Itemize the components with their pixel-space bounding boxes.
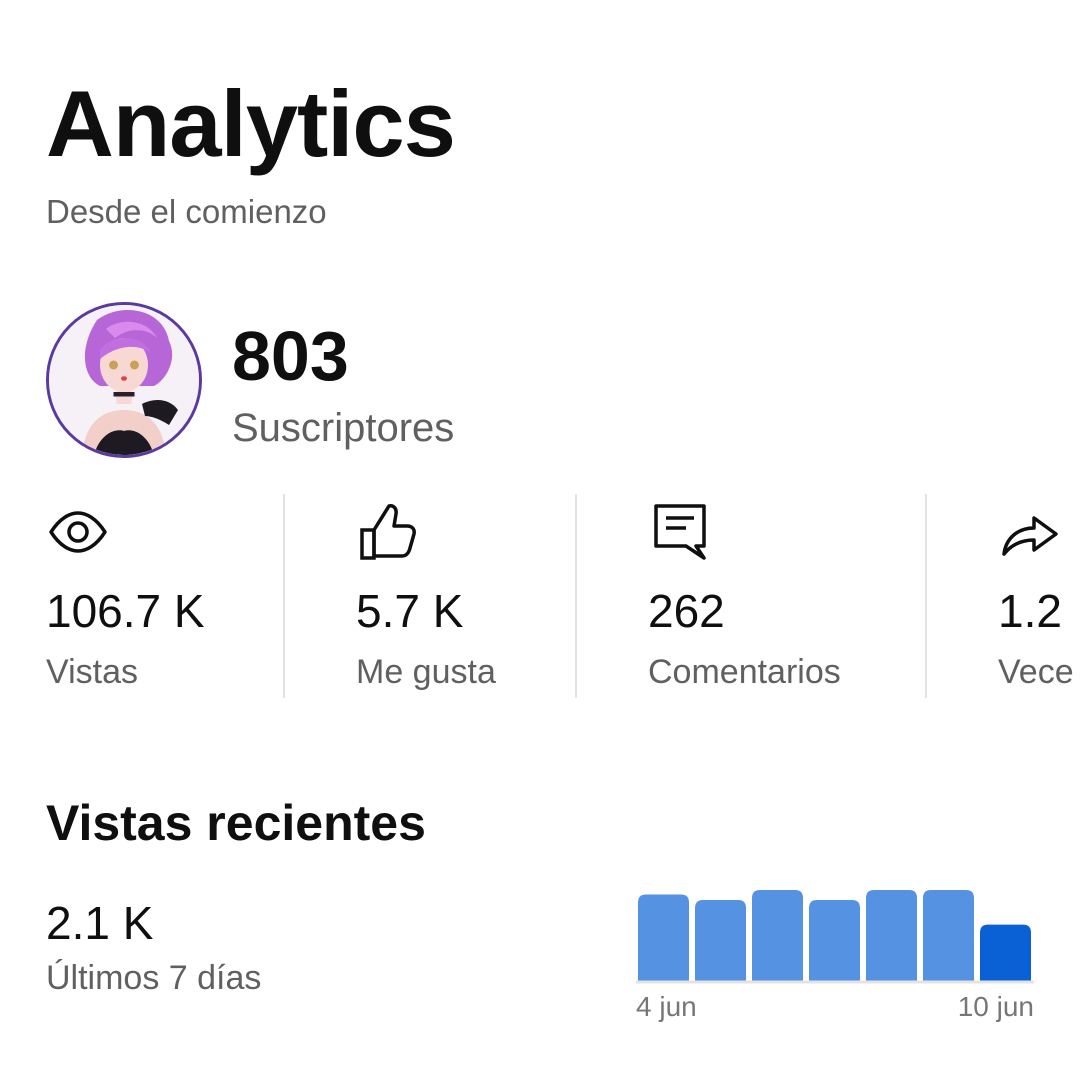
stat-shares-value: 1.2 (998, 585, 1062, 637)
chart-tick-label: 4 jun (636, 991, 697, 1022)
recent-views-chart-svg: 4 jun 10 jun (636, 890, 1034, 1022)
chart-bar[interactable] (980, 924, 1031, 981)
stat-views-label: Vistas (46, 653, 138, 691)
stat-comments-label: Comentarios (648, 653, 841, 691)
chart-bar[interactable] (638, 894, 689, 981)
stat-divider (283, 494, 285, 698)
stat-likes-value: 5.7 K (356, 585, 464, 637)
chart-bar[interactable] (695, 900, 746, 981)
recent-views-title: Vistas recientes (46, 795, 426, 851)
chart-tick-label: 10 jun (958, 991, 1034, 1022)
stat-divider (575, 494, 577, 698)
stats-row[interactable]: 106.7 K Vistas 5.7 K Me gusta 262 Coment… (0, 494, 1080, 698)
recent-views-label: Últimos 7 días (46, 959, 262, 997)
page-title: Analytics (46, 71, 456, 176)
date-range-subtitle: Desde el comienzo (46, 193, 327, 230)
chart-bar[interactable] (923, 890, 974, 981)
stat-likes-label: Me gusta (356, 653, 496, 691)
stat-comments-value: 262 (648, 585, 725, 637)
eye-icon (49, 511, 107, 553)
chart-bar[interactable] (866, 890, 917, 981)
stat-shares-label: Vece (998, 653, 1074, 691)
channel-avatar[interactable] (46, 302, 202, 458)
subscriber-count: 803 (232, 317, 349, 395)
subscriber-label: Suscriptores (232, 406, 455, 450)
avatar-illustration (49, 305, 199, 455)
chart-bar[interactable] (809, 900, 860, 981)
recent-views-value: 2.1 K (46, 897, 154, 949)
comment-icon (654, 504, 706, 560)
thumbs-up-icon (360, 504, 416, 560)
stat-views-value: 106.7 K (46, 585, 205, 637)
chart-bar[interactable] (752, 890, 803, 981)
share-icon (1002, 516, 1058, 556)
recent-views-chart[interactable]: 4 jun 10 jun (636, 880, 1036, 1030)
stat-divider (925, 494, 927, 698)
